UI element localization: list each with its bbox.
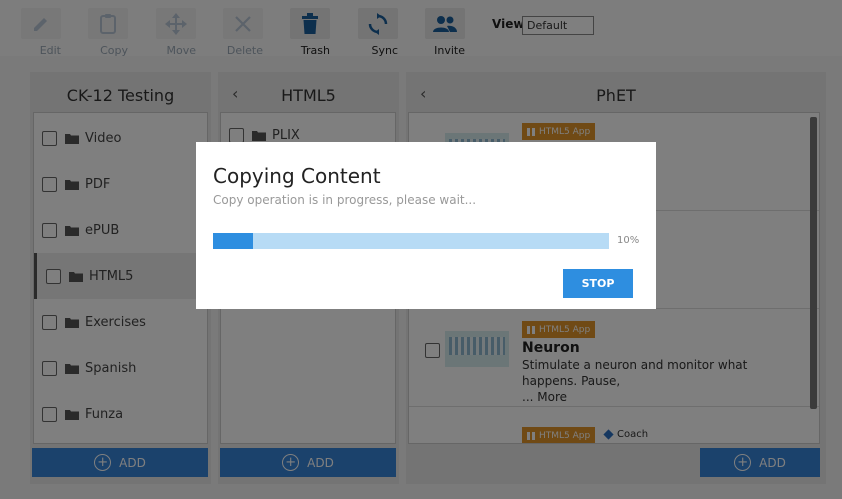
copying-content-dialog: Copying Content Copy operation is in pro…	[196, 142, 656, 309]
progress-fill	[213, 233, 253, 249]
stop-button[interactable]: STOP	[563, 269, 633, 298]
progress-percent: 10%	[617, 235, 640, 246]
dialog-subtitle: Copy operation is in progress, please wa…	[213, 193, 477, 207]
dialog-title: Copying Content	[213, 164, 381, 188]
progress-bar	[213, 233, 609, 249]
